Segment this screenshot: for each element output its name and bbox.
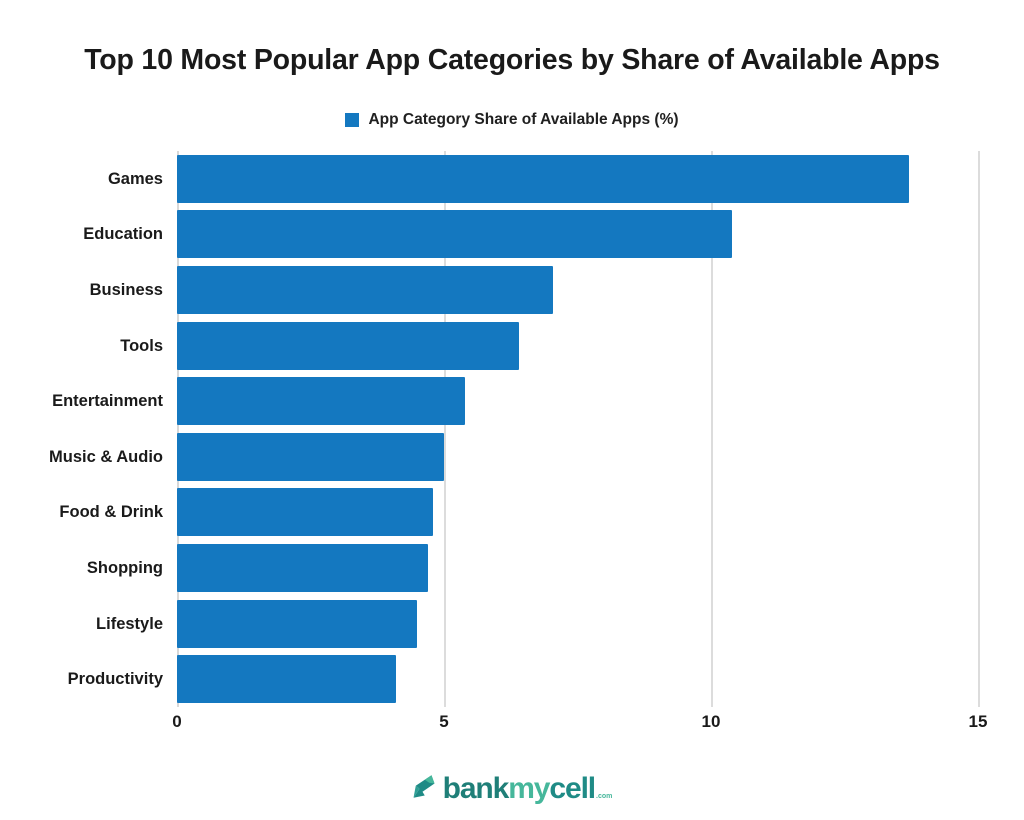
bar-row[interactable]	[177, 210, 733, 259]
bankmycell-logo[interactable]: bankmycell .com	[0, 772, 1024, 805]
bar-lifestyle[interactable]	[177, 599, 418, 648]
bar-business[interactable]	[177, 266, 554, 314]
y-axis-label-music-audio: Music & Audio	[49, 447, 163, 466]
y-axis-label-lifestyle: Lifestyle	[96, 614, 163, 633]
bar-row[interactable]	[177, 488, 434, 537]
legend-entry-label: App Category Share of Available Apps (%)	[368, 111, 679, 128]
bankmycell-mark-icon	[413, 775, 435, 798]
bar-chart-figure: Top 10 Most Popular App Categories by Sh…	[0, 0, 1024, 820]
x-axis-tick-labels: 0 5 10 15	[0, 712, 1024, 742]
bar-row[interactable]	[177, 266, 554, 314]
bar-food-drink[interactable]	[177, 488, 434, 537]
bar-row[interactable]	[177, 599, 418, 648]
legend-color-swatch-icon	[345, 113, 360, 127]
logo-text-my: my	[508, 772, 550, 805]
x-axis-tick-10: 10	[701, 712, 721, 731]
bars-layer	[177, 151, 978, 707]
chart-title: Top 10 Most Popular App Categories by Sh…	[84, 44, 940, 76]
y-axis-label-business: Business	[89, 281, 163, 299]
y-axis-label-productivity: Productivity	[67, 670, 163, 689]
logo-text-cell: cell	[549, 772, 596, 805]
logo-text-tld: .com	[596, 793, 613, 800]
chart-legend: App Category Share of Available Apps (%)	[0, 111, 1024, 129]
bar-row[interactable]	[177, 544, 428, 592]
bar-row[interactable]	[177, 321, 519, 370]
bar-row[interactable]	[177, 154, 909, 203]
y-axis-label-food-drink: Food & Drink	[59, 503, 163, 522]
bar-row[interactable]	[177, 432, 444, 481]
bankmycell-wordmark: bankmycell	[442, 772, 597, 805]
y-axis-label-shopping: Shopping	[86, 559, 163, 577]
legend-entry-app-category-share[interactable]: App Category Share of Available Apps (%)	[345, 111, 679, 129]
y-axis-label-tools: Tools	[120, 336, 163, 355]
y-axis-label-entertainment: Entertainment	[52, 392, 163, 411]
logo-text-bank: bank	[442, 772, 510, 805]
bar-row[interactable]	[177, 655, 396, 704]
x-axis-tick-5: 5	[439, 712, 449, 731]
bar-productivity[interactable]	[177, 655, 396, 704]
bar-games[interactable]	[177, 154, 909, 203]
bar-education[interactable]	[177, 210, 733, 259]
x-axis-tick-15: 15	[968, 712, 988, 731]
y-axis-label-games: Games	[107, 169, 163, 188]
bar-music-audio[interactable]	[177, 432, 444, 481]
bar-tools[interactable]	[177, 321, 519, 370]
bar-entertainment[interactable]	[177, 377, 466, 426]
gridline-15	[978, 151, 980, 707]
plot-area	[177, 151, 980, 707]
bar-row[interactable]	[177, 377, 466, 426]
y-axis-label-education: Education	[83, 225, 163, 244]
bar-shopping[interactable]	[177, 544, 428, 592]
x-axis-tick-0: 0	[172, 712, 182, 731]
y-axis-category-labels: Games Education Business Tools Entertainment…	[0, 151, 163, 707]
